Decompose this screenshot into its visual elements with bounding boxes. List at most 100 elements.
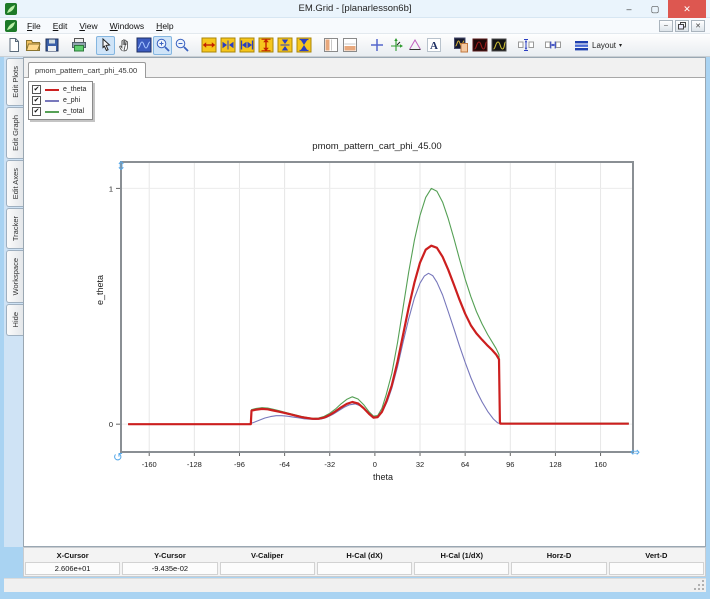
- save-icon[interactable]: [42, 36, 61, 55]
- center-y-icon[interactable]: [275, 36, 294, 55]
- column-y-cursor: Y-Cursor: [121, 548, 218, 562]
- plot-style-dark-icon[interactable]: [470, 36, 489, 55]
- plot-panel: pmom_pattern_cart_phi_45.00 ✔ e_theta ✔ …: [23, 57, 706, 547]
- sidebar-tab-hide[interactable]: Hide: [6, 304, 23, 335]
- panel-vertical-icon[interactable]: [321, 36, 340, 55]
- value-horz-d: [511, 562, 606, 575]
- legend-label: e_total: [63, 108, 84, 115]
- layout-icon: [575, 39, 589, 52]
- minimize-button[interactable]: –: [616, 0, 642, 18]
- content-area: Edit Plots Edit Graph Edit Axes Tracker …: [4, 57, 706, 547]
- resize-grip[interactable]: [694, 580, 705, 591]
- value-y-cursor: -9.435e-02: [122, 562, 217, 575]
- menu-file[interactable]: File: [21, 20, 47, 32]
- svg-text:⇕: ⇕: [116, 159, 126, 173]
- legend-label: e_phi: [63, 97, 80, 104]
- chart-area: ✔ e_theta ✔ e_phi ✔ e_total -: [24, 78, 705, 546]
- expand-y-icon[interactable]: [256, 36, 275, 55]
- menu-windows[interactable]: Windows: [104, 20, 151, 32]
- new-file-icon[interactable]: [4, 36, 23, 55]
- menu-help[interactable]: Help: [150, 20, 179, 32]
- sidebar-tab-edit-plots[interactable]: Edit Plots: [6, 58, 23, 106]
- panel-horizontal-icon[interactable]: [340, 36, 359, 55]
- legend-line-sample: [45, 89, 59, 91]
- close-button[interactable]: ✕: [668, 0, 706, 18]
- print-icon[interactable]: [69, 36, 88, 55]
- svg-text:A: A: [430, 40, 438, 52]
- svg-text:1: 1: [109, 184, 113, 193]
- mdi-restore-button[interactable]: [675, 20, 689, 32]
- column-v-caliper: V-Caliper: [219, 548, 316, 562]
- tab-bar: pmom_pattern_cart_phi_45.00: [24, 58, 705, 78]
- check-icon: ✔: [34, 108, 40, 115]
- window-title: EM.Grid - [planarlesson6b]: [0, 3, 710, 14]
- compress-y-icon[interactable]: [294, 36, 313, 55]
- app-window: EM.Grid - [planarlesson6b] – ▢ ✕ File Ed…: [0, 0, 710, 599]
- column-horz-d: Horz-D: [510, 548, 607, 562]
- sidebar-tab-edit-axes[interactable]: Edit Axes: [6, 160, 23, 207]
- svg-text:-160: -160: [142, 460, 157, 469]
- svg-text:64: 64: [461, 460, 469, 469]
- svg-text:128: 128: [549, 460, 562, 469]
- svg-text:32: 32: [416, 460, 424, 469]
- vertical-spacing-icon[interactable]: [516, 36, 535, 55]
- tab-active-plot[interactable]: pmom_pattern_cart_phi_45.00: [28, 62, 146, 78]
- svg-text:-32: -32: [324, 460, 335, 469]
- legend: ✔ e_theta ✔ e_phi ✔ e_total: [28, 81, 93, 120]
- mdi-minimize-button[interactable]: –: [659, 20, 673, 32]
- title-bar: EM.Grid - [planarlesson6b] – ▢ ✕: [0, 0, 710, 18]
- axes-icon[interactable]: [386, 36, 405, 55]
- svg-text:↺: ↺: [113, 450, 123, 464]
- sidebar-tab-tracker[interactable]: Tracker: [6, 208, 23, 249]
- cursor-table-value-row: 2.606e+01 -9.435e-02: [24, 562, 705, 576]
- legend-item-e-phi: ✔ e_phi: [32, 95, 86, 106]
- legend-line-sample: [45, 100, 59, 102]
- cursor-table-header-row: X-Cursor Y-Cursor V-Caliper H-Cal (dX) H…: [24, 548, 705, 562]
- legend-item-e-theta: ✔ e_theta: [32, 84, 86, 95]
- pointer-tool-icon[interactable]: [96, 36, 115, 55]
- copy-plot-icon[interactable]: [451, 36, 470, 55]
- svg-text:pmom_pattern_cart_phi_45.00: pmom_pattern_cart_phi_45.00: [312, 141, 441, 152]
- menu-edit[interactable]: Edit: [47, 20, 74, 32]
- mdi-close-button[interactable]: ✕: [691, 20, 705, 32]
- legend-checkbox-e-phi[interactable]: ✔: [32, 96, 41, 105]
- value-h-cal-1dx: [414, 562, 509, 575]
- zoom-in-icon[interactable]: [153, 36, 172, 55]
- svg-text:160: 160: [594, 460, 607, 469]
- legend-checkbox-e-theta[interactable]: ✔: [32, 85, 41, 94]
- check-icon: ✔: [34, 97, 40, 104]
- horizontal-spacing-icon[interactable]: [543, 36, 562, 55]
- column-vert-d: Vert-D: [608, 548, 705, 562]
- sidebar-tab-edit-graph[interactable]: Edit Graph: [6, 107, 23, 159]
- value-h-cal-dx: [317, 562, 412, 575]
- svg-text:⇔: ⇔: [630, 445, 640, 459]
- legend-label: e_theta: [63, 86, 86, 93]
- pan-hand-icon[interactable]: [115, 36, 134, 55]
- sidebar-tab-workspace[interactable]: Workspace: [6, 250, 23, 303]
- column-h-cal-dx: H-Cal (dX): [316, 548, 413, 562]
- compress-x-icon[interactable]: [237, 36, 256, 55]
- value-vert-d: [609, 562, 704, 575]
- legend-checkbox-e-total[interactable]: ✔: [32, 107, 41, 116]
- chart-svg[interactable]: -160-128-96-64-32032649612816001pmom_pat…: [24, 78, 705, 546]
- crosshair-icon[interactable]: [367, 36, 386, 55]
- layout-label: Layout: [592, 41, 616, 50]
- open-file-icon[interactable]: [23, 36, 42, 55]
- angle-measure-icon[interactable]: [405, 36, 424, 55]
- svg-text:0: 0: [373, 460, 377, 469]
- layout-menu-button[interactable]: Layout ▾: [570, 36, 627, 55]
- status-bar: [4, 578, 706, 592]
- column-h-cal-1dx: H-Cal (1/dX): [413, 548, 510, 562]
- legend-item-e-total: ✔ e_total: [32, 106, 86, 117]
- svg-text:-64: -64: [279, 460, 290, 469]
- center-x-icon[interactable]: [218, 36, 237, 55]
- column-x-cursor: X-Cursor: [24, 548, 121, 562]
- text-annotation-icon[interactable]: A: [424, 36, 443, 55]
- fit-view-icon[interactable]: [134, 36, 153, 55]
- menu-view[interactable]: View: [73, 20, 103, 32]
- svg-text:-96: -96: [234, 460, 245, 469]
- expand-x-icon[interactable]: [199, 36, 218, 55]
- plot-style-light-icon[interactable]: [489, 36, 508, 55]
- maximize-button[interactable]: ▢: [642, 0, 668, 18]
- zoom-out-icon[interactable]: [172, 36, 191, 55]
